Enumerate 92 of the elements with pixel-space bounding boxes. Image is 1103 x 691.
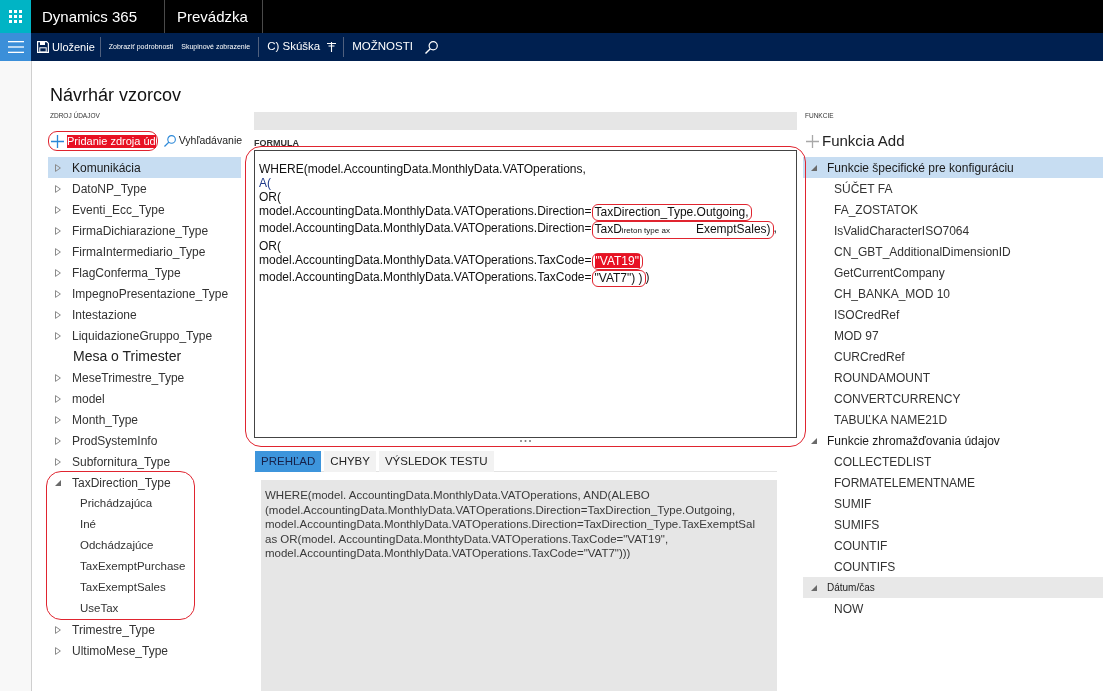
tree-item[interactable]: UltimoMese_Type xyxy=(48,640,241,661)
tree-item[interactable]: model xyxy=(48,388,241,409)
app-launcher-button[interactable] xyxy=(0,0,31,33)
tree-item[interactable]: ImpegnoPresentazione_Type xyxy=(48,283,241,304)
caret-right-icon[interactable] xyxy=(55,625,61,634)
tree-item[interactable]: Prichádzajúca xyxy=(48,493,194,514)
tree-item[interactable]: TaxDirection_Type xyxy=(48,472,194,493)
toolbar-button[interactable]: MOŽNOSTI xyxy=(348,38,417,56)
caret-right-icon[interactable] xyxy=(55,205,61,214)
preview-text: WHERE(model. AccountingData.MonthlyData.VATOperations, AND(ALEBO (model.AccountingData.MonthlyData.VATOperations.Direction=TaxDirection_Type.Outgoing, model.AccountingData.MonthlyData.VATOperations.Direction=TaxDirection_Type.TaxExemptSal as OR(model. AccountingData.MonthtyData.VATOperations.TaxCode="VAT19", model.AccountingData.MonthlyData.VATOperations.TaxCode="VAT7"))) xyxy=(265,488,755,561)
tab[interactable]: CHYBY xyxy=(324,451,376,472)
caret-right-icon[interactable] xyxy=(55,646,61,655)
caret-right-icon[interactable] xyxy=(55,394,61,403)
tree-item[interactable]: Subfornitura_Type xyxy=(48,451,241,472)
caret-right-icon[interactable] xyxy=(55,436,61,445)
tree-item[interactable]: Eventi_Ecc_Type xyxy=(48,199,241,220)
tab[interactable]: VÝSLEDOK TESTU xyxy=(378,451,494,472)
tree-item[interactable]: Komunikácia xyxy=(48,157,241,178)
caret-down-icon[interactable] xyxy=(811,584,817,591)
toolbar-button[interactable]: C) Skúška xyxy=(263,38,325,56)
function-item[interactable]: CONVERTCURRENCY xyxy=(803,388,1103,409)
function-item[interactable]: ROUNDAMOUNT xyxy=(803,367,1103,388)
function-item[interactable]: CH_BANKA_MOD 10 xyxy=(803,283,1103,304)
search-button[interactable]: Vyhľadávanie xyxy=(163,133,243,149)
module-title[interactable]: Prevádzka xyxy=(177,7,248,26)
tree-item[interactable]: Mesa o Trimester xyxy=(48,346,241,367)
function-item[interactable]: SÚČET FA xyxy=(803,178,1103,199)
tree-item[interactable]: TaxExemptPurchase xyxy=(48,556,194,577)
function-item[interactable]: COUNTIF xyxy=(803,535,1103,556)
function-item[interactable]: FA_ZOSTATOK xyxy=(803,199,1103,220)
caret-down-icon[interactable] xyxy=(811,437,817,444)
caret-right-icon[interactable] xyxy=(55,331,61,340)
tree-item[interactable]: FirmaIntermediario_Type xyxy=(48,241,241,262)
tree-item[interactable]: UseTax xyxy=(48,598,194,619)
tree-item[interactable]: ProdSystemInfo xyxy=(48,430,241,451)
plus-icon xyxy=(806,134,819,148)
function-item[interactable]: IsValidCharacterISO7064 xyxy=(803,220,1103,241)
caret-right-icon[interactable] xyxy=(55,163,61,172)
add-function-button[interactable]: Funkcia Add xyxy=(803,131,905,151)
function-item[interactable]: CURCredRef xyxy=(803,346,1103,367)
caret-right-icon[interactable] xyxy=(55,247,61,256)
caret-right-icon[interactable] xyxy=(55,415,61,424)
tree-item[interactable]: Intestazione xyxy=(48,304,241,325)
caret-down-icon[interactable] xyxy=(55,479,61,486)
tree-item[interactable]: Odchádzajúce xyxy=(48,535,194,556)
function-item[interactable]: COUNTIFS xyxy=(803,556,1103,577)
grid-icon xyxy=(9,10,22,23)
tree-item[interactable]: MeseTrimestre_Type xyxy=(48,367,241,388)
tree-item[interactable]: Iné xyxy=(48,514,194,535)
function-item[interactable]: GetCurrentCompany xyxy=(803,262,1103,283)
tree-group[interactable]: Funkcie zhromažďovania údajov xyxy=(803,430,1103,451)
tree-item[interactable]: Month_Type xyxy=(48,409,241,430)
caret-right-icon[interactable] xyxy=(55,184,61,193)
save-icon xyxy=(37,41,49,53)
caret-right-icon[interactable] xyxy=(55,289,61,298)
tree-item[interactable]: FirmaDichiarazione_Type xyxy=(48,220,241,241)
formula-field[interactable]: WHERE(model.AccountingData.MonthlyData.VATOperations, A( OR( model.AccountingData.MonthlyData.VATOperations.Direction= TaxDirection_Type.Outgoing, model.AccountingData.MonthlyData.VATOperations.Direction= TaxDireton type ax ExemptSales) , OR( model.AccountingData.MonthlyData.VATOperations.TaxCode= "VAT19" model.AccountingData.MonthlyData.VATOperations.TaxCode= "VAT7") ) ) xyxy=(254,150,797,438)
resize-handle-icon[interactable] xyxy=(520,440,531,442)
function-item[interactable]: COLLECTEDLIST xyxy=(803,451,1103,472)
save-button[interactable]: Uloženie xyxy=(37,38,96,56)
section-label: FORMULA xyxy=(254,138,299,148)
caret-right-icon[interactable] xyxy=(55,310,61,319)
caret-right-icon[interactable] xyxy=(55,373,61,382)
search-icon xyxy=(163,135,176,147)
caret-right-icon[interactable] xyxy=(55,226,61,235)
app-title: Dynamics 365 xyxy=(42,7,138,26)
function-item[interactable]: ISOCredRef xyxy=(803,304,1103,325)
tab[interactable]: PREHĽAD xyxy=(255,451,322,472)
tree-item[interactable]: Trimestre_Type xyxy=(48,619,241,640)
pin-icon[interactable] xyxy=(327,42,337,52)
tree-item[interactable]: TaxExemptSales xyxy=(48,577,194,598)
tree-item[interactable]: FlagConferma_Type xyxy=(48,262,241,283)
menu-icon xyxy=(7,41,24,53)
function-item[interactable]: FORMATELEMENTNAME xyxy=(803,472,1103,493)
page-title: Návrhár vzorcov xyxy=(50,84,182,107)
search-icon[interactable] xyxy=(424,40,438,54)
function-item[interactable]: NOW xyxy=(803,598,1103,619)
function-item[interactable]: SUMIFS xyxy=(803,514,1103,535)
function-item[interactable]: MOD 97 xyxy=(803,325,1103,346)
caret-down-icon[interactable] xyxy=(811,164,817,171)
add-data-source-button[interactable]: Pridanie zdroja úd xyxy=(48,131,158,151)
function-item[interactable]: TABUĽKA NAME21D xyxy=(803,409,1103,430)
tree-item[interactable]: DatoNP_Type xyxy=(48,178,241,199)
menu-button[interactable] xyxy=(0,33,31,61)
caret-right-icon[interactable] xyxy=(55,457,61,466)
caret-right-icon[interactable] xyxy=(55,268,61,277)
tree-item[interactable]: LiquidazioneGruppo_Type xyxy=(48,325,241,346)
function-item[interactable]: CN_GBT_AdditionalDimensionID xyxy=(803,241,1103,262)
tree-group[interactable]: Dátum/čas xyxy=(803,577,1103,598)
function-item[interactable]: SUMIF xyxy=(803,493,1103,514)
plus-icon xyxy=(51,134,64,148)
tree-group[interactable]: Funkcie špecifické pre konfiguráciu xyxy=(803,157,1103,178)
